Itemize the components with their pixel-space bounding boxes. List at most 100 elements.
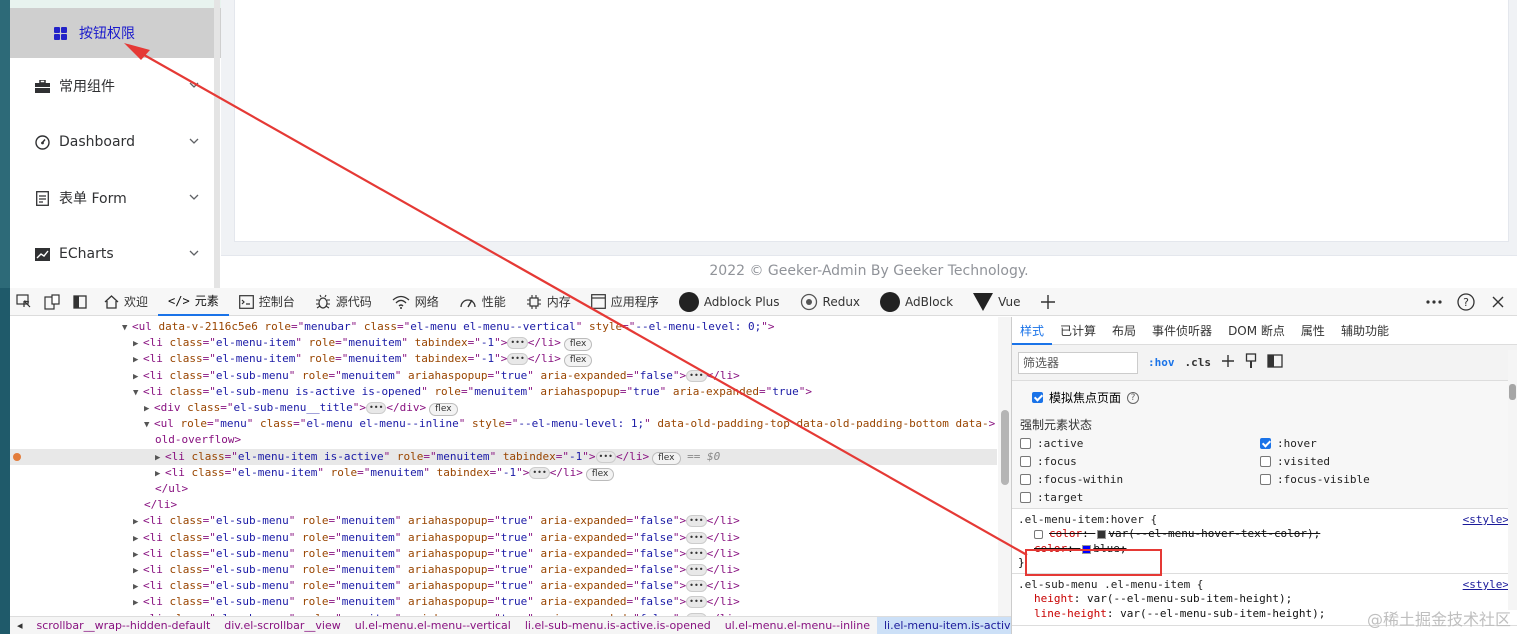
sidebar-item-dashboard[interactable]: Dashboard xyxy=(10,114,221,170)
hov-toggle[interactable]: :hov xyxy=(1148,356,1175,369)
ellipsis-icon[interactable]: ••• xyxy=(686,580,707,593)
ellipsis-icon[interactable]: ••• xyxy=(529,466,550,479)
expand-triangle-icon[interactable]: ▶ xyxy=(133,595,143,611)
styles-tab[interactable]: 布局 xyxy=(1104,317,1144,345)
flex-badge[interactable]: flex xyxy=(652,451,681,465)
styles-tab[interactable]: DOM 断点 xyxy=(1220,317,1293,345)
pseudo-state-checkbox[interactable] xyxy=(1260,456,1271,467)
ellipsis-icon[interactable]: ••• xyxy=(686,531,707,544)
pseudo-state-option[interactable]: :active xyxy=(1020,437,1083,450)
collapse-triangle-icon[interactable]: ▼ xyxy=(122,320,132,336)
breadcrumb-item[interactable]: div.el-scrollbar__view xyxy=(217,617,347,634)
css-declaration[interactable]: color: var(--el-menu-hover-text-color); xyxy=(1018,526,1511,541)
inspect-icon[interactable] xyxy=(10,288,38,316)
styles-tab[interactable]: 辅助功能 xyxy=(1333,317,1397,345)
rule-source-link[interactable]: <style> xyxy=(1463,513,1509,526)
expand-triangle-icon[interactable]: ▶ xyxy=(133,547,143,563)
tab-memory[interactable]: 内存 xyxy=(516,288,581,316)
breadcrumb-scroll-left-icon[interactable]: ◂ xyxy=(10,617,30,634)
more-options-icon[interactable] xyxy=(1421,289,1447,315)
dom-node-row[interactable]: ▶ <li class="el-menu-item is-active" role… xyxy=(10,448,997,466)
flex-badge[interactable]: flex xyxy=(563,338,593,352)
pseudo-state-checkbox[interactable] xyxy=(1260,474,1271,485)
tab-network[interactable]: 网络 xyxy=(382,288,449,316)
expand-triangle-icon[interactable]: ▶ xyxy=(155,466,165,482)
styles-scrollbar[interactable] xyxy=(1508,350,1517,610)
expand-triangle-icon[interactable]: ▶ xyxy=(133,369,143,385)
breadcrumb-item[interactable]: li.el-sub-menu.is-active.is-opened xyxy=(518,617,718,634)
pseudo-state-checkbox[interactable] xyxy=(1020,492,1031,503)
cls-toggle[interactable]: .cls xyxy=(1185,356,1212,369)
dom-node-row[interactable]: ▶ <li class="el-menu-item" role="menuitem… xyxy=(10,335,593,352)
flex-badge[interactable]: flex xyxy=(429,403,458,416)
tab-performance[interactable]: 性能 xyxy=(449,288,516,316)
tab-application[interactable]: 应用程序 xyxy=(581,288,669,316)
device-toolbar-icon[interactable] xyxy=(38,288,66,316)
breadcrumb-item[interactable]: scrollbar__wrap--hidden-default xyxy=(30,617,218,634)
rule-selector[interactable]: .el-menu-item:hover { xyxy=(1018,513,1511,526)
dom-node-row[interactable]: ▶ <li class="el-menu-item" role="menuitem… xyxy=(10,351,593,368)
declaration-checkbox[interactable] xyxy=(1034,529,1043,539)
breadcrumb-item[interactable]: li.el-menu-item.is-active xyxy=(876,617,1011,634)
dom-node-row[interactable]: ▶<li class="el-sub-menu" role="menuitem"… xyxy=(10,562,740,578)
help-icon[interactable]: ? xyxy=(1453,289,1479,315)
flex-badge[interactable]: flex xyxy=(563,354,593,368)
dom-node-row[interactable]: ▶<li class="el-sub-menu" role="menuitem"… xyxy=(10,530,740,546)
scrollbar-thumb[interactable] xyxy=(1001,410,1009,485)
expand-triangle-icon[interactable]: ▶ xyxy=(133,514,143,530)
css-declaration[interactable]: height: var(--el-menu-sub-item-height); xyxy=(1018,591,1511,606)
dom-node-row[interactable]: </li> xyxy=(10,497,177,513)
ellipsis-icon[interactable]: ••• xyxy=(686,564,707,576)
dom-tree[interactable]: ▼ <ul data-v-2116c5e6 role="menubar" clas… xyxy=(10,317,1011,617)
emulate-focus-option[interactable]: 模拟焦点页面 ? xyxy=(1032,389,1140,406)
tab-sources[interactable]: 源代码 xyxy=(305,288,382,316)
styles-tab[interactable]: 属性 xyxy=(1293,317,1333,345)
new-rule-icon[interactable] xyxy=(1221,354,1235,371)
pseudo-state-checkbox[interactable] xyxy=(1020,456,1031,467)
add-tab-button[interactable] xyxy=(1031,288,1065,316)
ellipsis-icon[interactable]: ••• xyxy=(595,450,616,463)
rule-selector[interactable]: .el-sub-menu .el-menu-item { xyxy=(1018,578,1511,591)
dom-node-row[interactable]: ▼ <ul role="menu" class="el-menu el-menu-… xyxy=(10,416,995,432)
tab-vue[interactable]: Vue xyxy=(963,288,1030,316)
rule-source-link[interactable]: <style> xyxy=(1463,578,1509,591)
paint-brush-icon[interactable] xyxy=(1245,353,1257,372)
styles-tab[interactable]: 已计算 xyxy=(1052,317,1104,345)
collapse-triangle-icon[interactable]: ▼ xyxy=(133,385,143,401)
dom-node-row[interactable]: ▶<li class="el-sub-menu" role="menuitem"… xyxy=(10,546,740,562)
dom-node-row[interactable]: ▶<li class="el-sub-menu" role="menuitem"… xyxy=(10,368,740,384)
tab-redux[interactable]: Redux xyxy=(790,288,871,316)
pseudo-state-checkbox[interactable] xyxy=(1260,438,1271,449)
sidebar-item-form[interactable]: 表单 Form xyxy=(10,170,221,226)
pseudo-state-checkbox[interactable] xyxy=(1020,438,1031,449)
styles-tab[interactable]: 样式 xyxy=(1012,317,1053,345)
dom-node-row[interactable]: </ul> xyxy=(10,481,188,497)
breadcrumb-item[interactable]: ul.el-menu.el-menu--vertical xyxy=(348,617,518,634)
expand-triangle-icon[interactable]: ▶ xyxy=(155,450,165,466)
dom-node-row[interactable]: old-overflow> xyxy=(10,432,241,448)
dom-node-row[interactable]: ▶<li class="el-sub-menu" role="menuitem"… xyxy=(10,594,740,610)
styles-filter-input[interactable]: 筛选器 xyxy=(1018,351,1138,374)
pseudo-state-option[interactable]: :focus-visible xyxy=(1260,473,1370,486)
ellipsis-icon[interactable]: ••• xyxy=(365,402,387,414)
pseudo-state-option[interactable]: :hover xyxy=(1260,437,1317,450)
breadcrumb-item[interactable]: ul.el-menu.el-menu--inline xyxy=(718,617,877,634)
ellipsis-icon[interactable]: ••• xyxy=(507,353,528,366)
sidebar-item-button-permission[interactable]: 按钮权限 xyxy=(10,8,221,58)
ellipsis-icon[interactable]: ••• xyxy=(686,369,707,382)
dock-side-icon[interactable] xyxy=(66,288,94,316)
tab-console[interactable]: 控制台 xyxy=(229,288,305,316)
expand-triangle-icon[interactable]: ▶ xyxy=(133,579,143,595)
ellipsis-icon[interactable]: ••• xyxy=(507,337,528,350)
dom-node-row[interactable]: ▶<li class="el-sub-menu" role="menuitem"… xyxy=(10,578,740,594)
expand-triangle-icon[interactable]: ▶ xyxy=(133,336,143,352)
tab-welcome[interactable]: 欢迎 xyxy=(94,288,158,316)
expand-triangle-icon[interactable]: ▶ xyxy=(144,401,154,417)
sidebar-scrollbar[interactable] xyxy=(214,0,220,288)
collapse-triangle-icon[interactable]: ▼ xyxy=(144,417,154,433)
expand-triangle-icon[interactable]: ▶ xyxy=(133,531,143,547)
emulate-focus-checkbox[interactable] xyxy=(1032,392,1043,403)
styles-tab[interactable]: 事件侦听器 xyxy=(1144,317,1220,345)
flex-badge[interactable]: flex xyxy=(585,467,615,481)
tab-adblock-plus[interactable]: Adblock Plus xyxy=(669,288,790,316)
